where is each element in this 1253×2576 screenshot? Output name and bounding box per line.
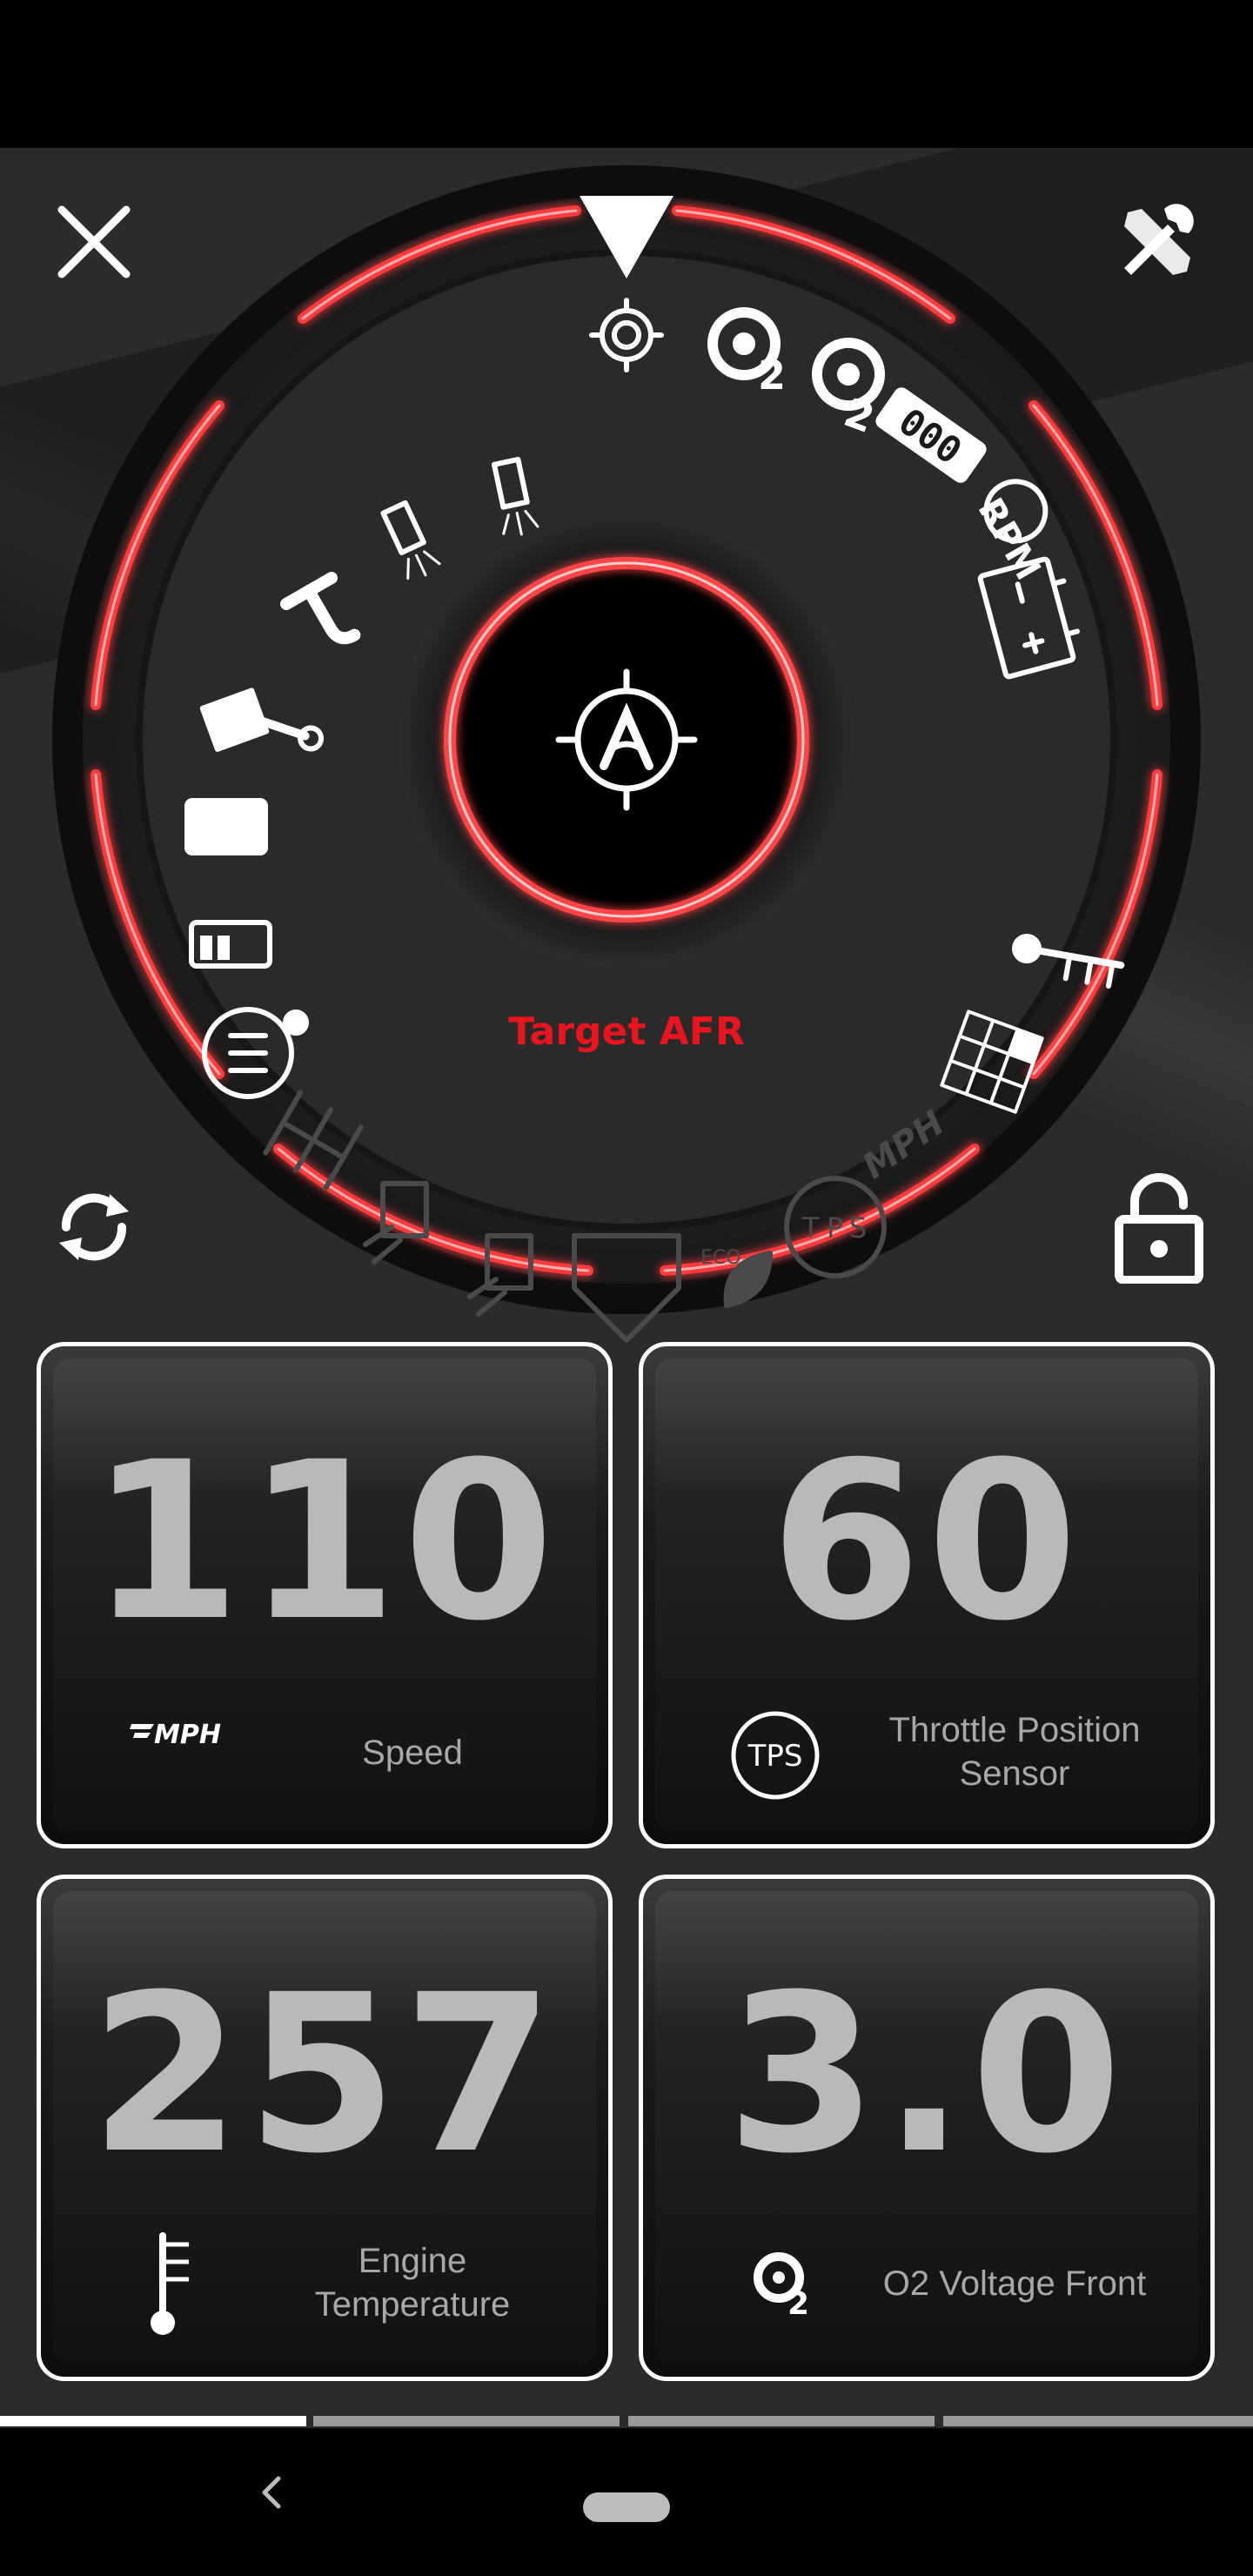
tile-label: Speed [362, 1734, 463, 1772]
mph-icon: MPH [130, 1720, 221, 1750]
tools-icon [1124, 204, 1194, 275]
page-indicator-1[interactable] [0, 2416, 306, 2426]
unlock-icon [1115, 1173, 1203, 1284]
tile-label: Engine Temperature [314, 2242, 511, 2324]
svg-text:S: S [849, 1211, 867, 1244]
lock-button[interactable] [1107, 1173, 1211, 1284]
svg-text:TPS: TPS [747, 1739, 803, 1774]
tile-value: 257 [90, 1948, 559, 2201]
gauge-tile-o2-voltage-front[interactable]: 3.0 2 O2 Voltage Front [639, 1875, 1215, 2381]
close-button[interactable] [42, 190, 146, 294]
tile-value: 60 [770, 1415, 1083, 1668]
gauge-tile-engine-temperature[interactable]: 257 Engine Temperature [37, 1875, 613, 2381]
settings-button[interactable] [1105, 190, 1209, 294]
page-indicator-2[interactable] [313, 2416, 620, 2426]
svg-text:MPH: MPH [154, 1720, 221, 1750]
svg-text:2: 2 [787, 2286, 809, 2322]
svg-text:2: 2 [758, 352, 786, 399]
fuel-pressure-icon [184, 798, 268, 855]
tile-label: Throttle Position Sensor [888, 1711, 1141, 1793]
status-bar [0, 0, 1253, 148]
app-area: 2 2 000 RPM MPH T P S ECO Target AFR 110… [0, 148, 1253, 2428]
back-icon[interactable] [258, 2473, 284, 2512]
system-nav-bar [0, 2428, 1253, 2576]
page-indicator-4[interactable] [943, 2416, 1253, 2426]
refresh-icon [59, 1193, 129, 1261]
tps-icon: TPS [731, 1711, 820, 1800]
tile-value: 3.0 [726, 1948, 1128, 2201]
svg-text:P: P [827, 1211, 843, 1244]
thermometer-icon [151, 2232, 189, 2335]
svg-text:ECO: ECO [700, 1247, 741, 1269]
selected-gauge-label: Target AFR [508, 1010, 745, 1054]
refresh-button[interactable] [42, 1175, 146, 1279]
svg-text:T: T [801, 1211, 820, 1244]
o2-icon: 2 [754, 2252, 809, 2322]
close-icon [57, 205, 131, 278]
tile-value: 110 [90, 1415, 559, 1668]
page-indicator-3[interactable] [628, 2416, 935, 2426]
gauge-tile-speed[interactable]: 110 MPH Speed [37, 1342, 613, 1848]
gauge-tile-throttle-position[interactable]: 60 TPS Throttle Position Sensor [639, 1342, 1215, 1848]
tile-label: O2 Voltage Front [882, 2264, 1147, 2303]
home-pill-icon[interactable] [583, 2492, 670, 2522]
gauge-dial[interactable]: 2 2 000 RPM MPH T P S ECO [0, 148, 1253, 1384]
